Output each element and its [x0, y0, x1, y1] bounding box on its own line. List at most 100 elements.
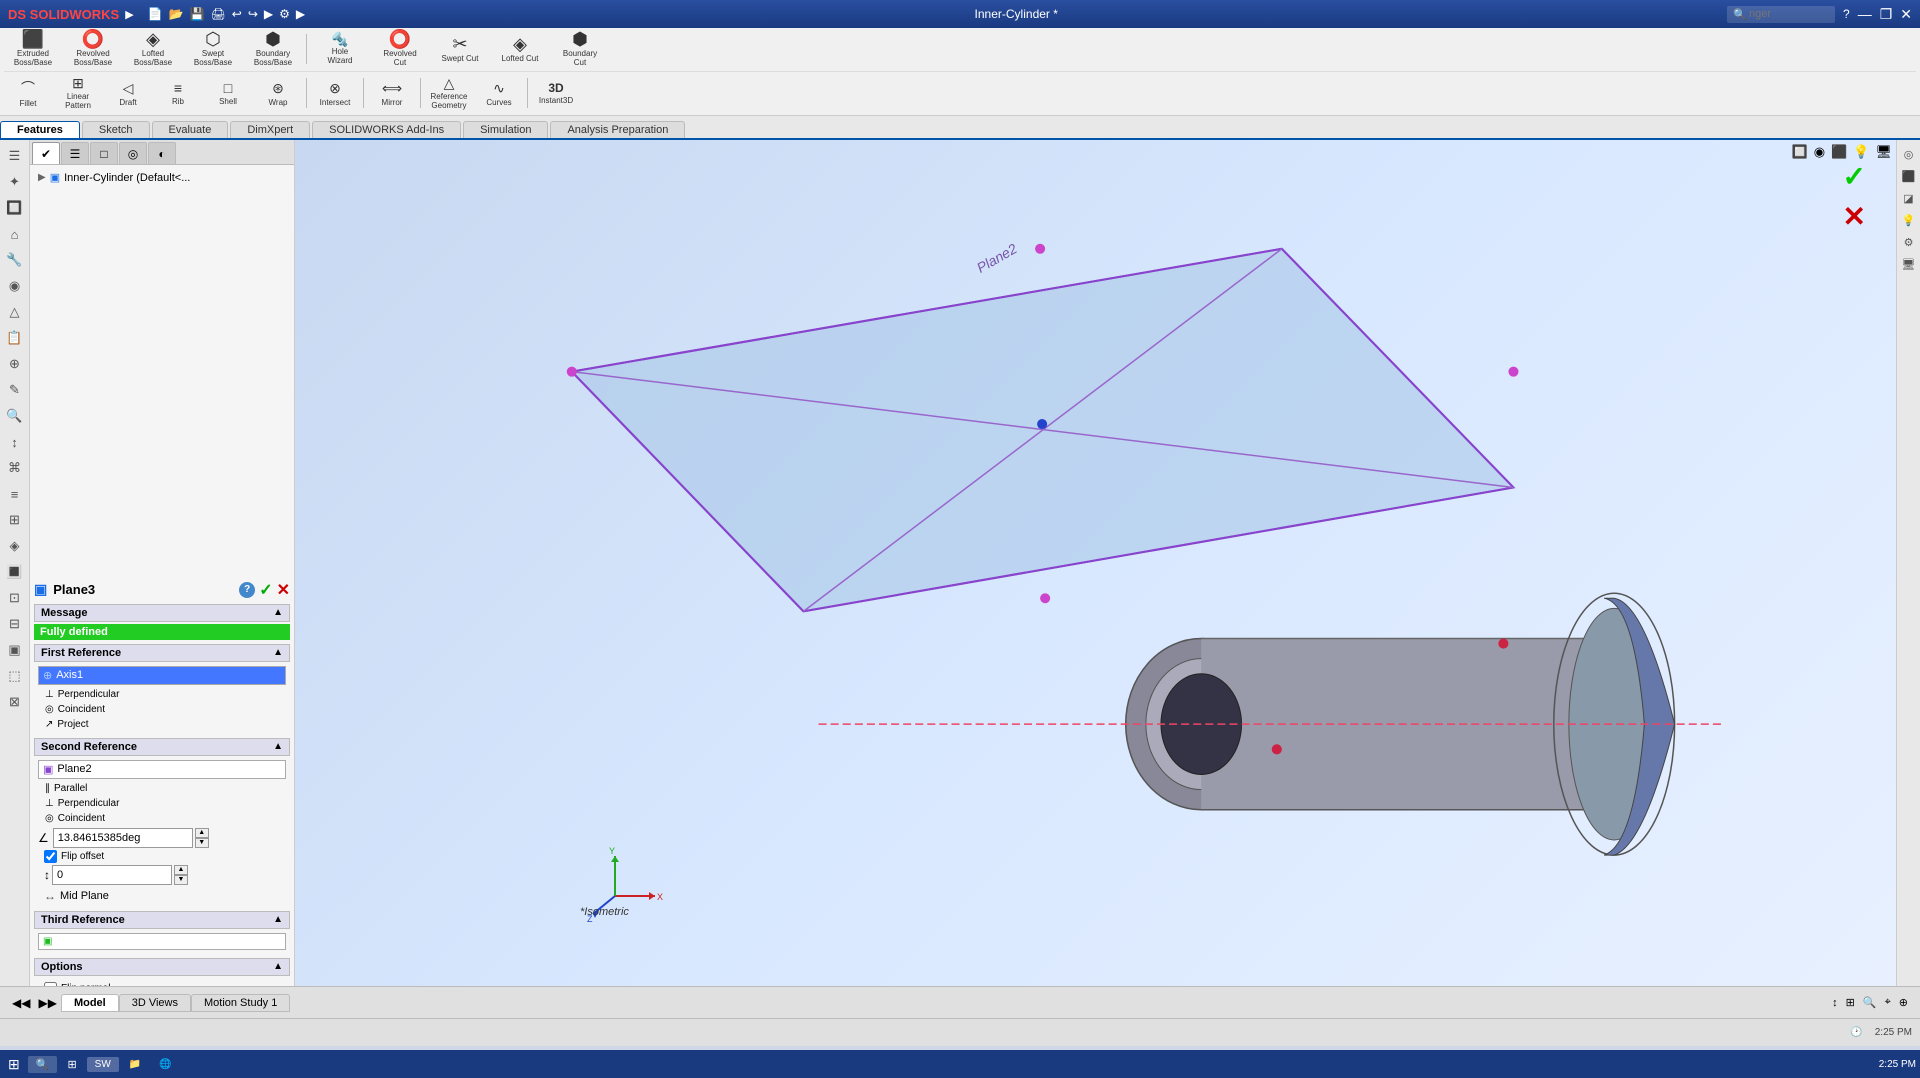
- first-ref-input[interactable]: ⊕ Axis1: [38, 666, 286, 685]
- offset-up-btn[interactable]: ▲: [174, 865, 188, 875]
- right-icon-1[interactable]: ◎: [1899, 144, 1919, 164]
- coincident-btn-2[interactable]: ◎ Coincident: [38, 811, 286, 826]
- first-ref-header[interactable]: First Reference ▲: [34, 644, 290, 662]
- right-icon-5[interactable]: ⚙: [1899, 232, 1919, 252]
- angle-up-btn[interactable]: ▲: [195, 828, 209, 838]
- right-icon-6[interactable]: 🖥: [1899, 254, 1919, 274]
- ok-button[interactable]: ✓: [259, 580, 272, 600]
- left-icon-2[interactable]: ✦: [3, 170, 27, 194]
- left-icon-6[interactable]: ◉: [3, 274, 27, 298]
- vp-icon-4[interactable]: 💡: [1851, 142, 1871, 162]
- lofted-boss-btn[interactable]: ◈ LoftedBoss/Base: [124, 30, 182, 68]
- cancel-button[interactable]: ✕: [277, 580, 290, 600]
- left-icon-21[interactable]: ⬚: [3, 664, 27, 688]
- restore-btn[interactable]: ❐: [1880, 6, 1893, 23]
- left-icon-7[interactable]: △: [3, 300, 27, 324]
- ref-geometry-btn[interactable]: △ ReferenceGeometry: [425, 74, 473, 112]
- left-icon-17[interactable]: 🔳: [3, 560, 27, 584]
- shell-btn[interactable]: □ Shell: [204, 74, 252, 112]
- left-icon-19[interactable]: ⊟: [3, 612, 27, 636]
- left-icon-1[interactable]: ☰: [3, 144, 27, 168]
- start-icon[interactable]: ⊞: [4, 1054, 24, 1075]
- offset-field[interactable]: [52, 865, 172, 885]
- taskbar-chrome[interactable]: 🌐: [151, 1057, 179, 1072]
- angle-field[interactable]: [53, 828, 193, 848]
- rib-btn[interactable]: ≡ Rib: [154, 74, 202, 112]
- viewport[interactable]: 🔲 ◉ ⬛ 💡 🖥 Plane2: [295, 140, 1896, 986]
- message-header[interactable]: Message ▲: [34, 604, 290, 622]
- titlebar-arrow[interactable]: ▶: [125, 8, 133, 21]
- revolved-boss-btn[interactable]: ⭕ RevolvedBoss/Base: [64, 30, 122, 68]
- third-ref-input[interactable]: ▣: [38, 933, 286, 950]
- tree-root-item[interactable]: ▶ ▣ Inner-Cylinder (Default<...: [34, 169, 290, 186]
- left-icon-5[interactable]: 🔧: [3, 248, 27, 272]
- flip-normal-checkbox[interactable]: [44, 982, 57, 987]
- tab-simulation[interactable]: Simulation: [463, 121, 548, 138]
- titlebar-expand[interactable]: ▶: [296, 7, 305, 21]
- lofted-cut-btn[interactable]: ◈ Lofted Cut: [491, 30, 549, 68]
- right-icon-2[interactable]: ⬛: [1899, 166, 1919, 186]
- options-header[interactable]: Options ▲: [34, 958, 290, 976]
- second-ref-input[interactable]: ▣ Plane2: [38, 760, 286, 779]
- left-icon-10[interactable]: ✎: [3, 378, 27, 402]
- tab-motionstudy[interactable]: Motion Study 1: [191, 994, 290, 1012]
- viewport-xmark[interactable]: ✕: [1843, 200, 1866, 233]
- panel-tab-check[interactable]: ✔: [32, 142, 60, 164]
- search-input[interactable]: [1749, 8, 1829, 20]
- left-icon-15[interactable]: ⊞: [3, 508, 27, 532]
- extruded-boss-btn[interactable]: ⬛ ExtrudedBoss/Base: [4, 30, 62, 68]
- fillet-btn[interactable]: ⌒ Fillet: [4, 74, 52, 112]
- panel-tab-box[interactable]: □: [90, 142, 118, 164]
- left-icon-11[interactable]: 🔍: [3, 404, 27, 428]
- draft-btn[interactable]: ◁ Draft: [104, 74, 152, 112]
- tab-analysis[interactable]: Analysis Preparation: [550, 121, 685, 138]
- revolved-cut-btn[interactable]: ⭕ RevolvedCut: [371, 30, 429, 68]
- options-icon[interactable]: ⚙: [279, 7, 290, 21]
- swept-cut-btn[interactable]: ✂ Swept Cut: [431, 30, 489, 68]
- right-icon-4[interactable]: 💡: [1899, 210, 1919, 230]
- scroll-left-btn[interactable]: ◀◀: [8, 996, 34, 1010]
- linear-pattern-btn[interactable]: ⊞ LinearPattern: [54, 74, 102, 112]
- perpendicular-btn-1[interactable]: ⊥ Perpendicular: [38, 687, 286, 702]
- new-icon[interactable]: 📄: [148, 7, 163, 21]
- left-icon-4[interactable]: ⌂: [3, 222, 27, 246]
- wrap-btn[interactable]: ⊛ Wrap: [254, 74, 302, 112]
- panel-tab-circle[interactable]: ◎: [119, 142, 147, 164]
- left-icon-13[interactable]: ⌘: [3, 456, 27, 480]
- left-icon-18[interactable]: ⊡: [3, 586, 27, 610]
- left-icon-16[interactable]: ◈: [3, 534, 27, 558]
- open-icon[interactable]: 📂: [169, 7, 184, 21]
- right-icon-3[interactable]: ◪: [1899, 188, 1919, 208]
- left-icon-20[interactable]: ▣: [3, 638, 27, 662]
- left-icon-14[interactable]: ≡: [3, 482, 27, 506]
- close-btn[interactable]: ✕: [1900, 6, 1912, 23]
- left-icon-12[interactable]: ↕: [3, 430, 27, 454]
- parallel-btn[interactable]: ∥ Parallel: [38, 781, 286, 796]
- boundary-boss-btn[interactable]: ⬢ BoundaryBoss/Base: [244, 30, 302, 68]
- panel-tab-list[interactable]: ☰: [61, 142, 89, 164]
- project-btn[interactable]: ↗ Project: [38, 717, 286, 732]
- taskbar-sw[interactable]: SW: [87, 1057, 119, 1072]
- panel-tab-half[interactable]: ◐: [148, 142, 176, 164]
- bottom-icon-1[interactable]: ↕: [1828, 995, 1842, 1011]
- tab-dimxpert[interactable]: DimXpert: [230, 121, 310, 138]
- run-icon[interactable]: ▶: [264, 7, 273, 21]
- third-ref-header[interactable]: Third Reference ▲: [34, 911, 290, 929]
- bottom-icon-3[interactable]: 🔍: [1859, 994, 1881, 1011]
- bottom-icon-4[interactable]: ⌖: [1881, 994, 1895, 1011]
- mirror-btn[interactable]: ⟺ Mirror: [368, 74, 416, 112]
- help-icon[interactable]: ?: [1843, 7, 1850, 21]
- redo-icon[interactable]: ↪: [248, 7, 258, 21]
- intersect-btn[interactable]: ⊗ Intersect: [311, 74, 359, 112]
- scroll-right-btn[interactable]: ▶▶: [34, 996, 60, 1010]
- hole-wizard-btn[interactable]: 🔩 HoleWizard: [311, 30, 369, 68]
- minimize-btn[interactable]: —: [1858, 6, 1872, 22]
- left-icon-3[interactable]: 🔲: [3, 196, 27, 220]
- tab-evaluate[interactable]: Evaluate: [152, 121, 229, 138]
- offset-down-btn[interactable]: ▼: [174, 875, 188, 885]
- vp-icon-5[interactable]: 🖥: [1873, 142, 1894, 162]
- left-icon-8[interactable]: 📋: [3, 326, 27, 350]
- vp-icon-1[interactable]: 🔲: [1790, 142, 1810, 162]
- instant3d-btn[interactable]: 3D Instant3D: [532, 74, 580, 112]
- swept-boss-btn[interactable]: ⬡ SweptBoss/Base: [184, 30, 242, 68]
